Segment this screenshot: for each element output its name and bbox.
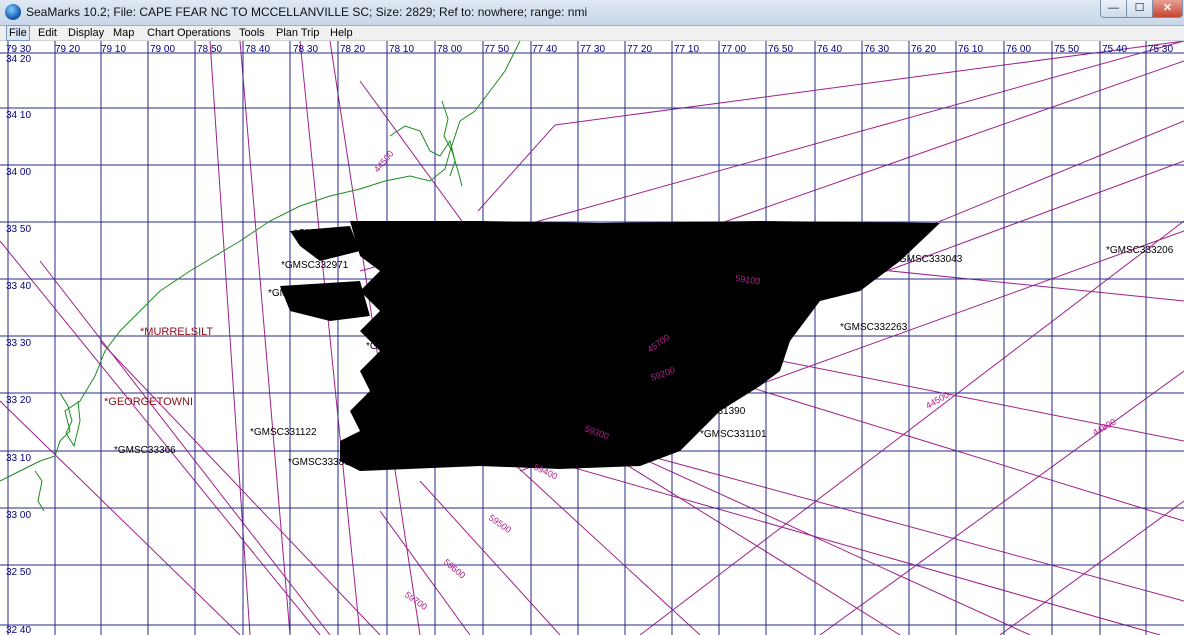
- lat-label: 32 50: [6, 567, 31, 578]
- lon-label: 79 00: [150, 44, 175, 55]
- lon-label: 76 30: [864, 44, 889, 55]
- lat-label: 34 10: [6, 110, 31, 121]
- lon-label: 77 40: [532, 44, 557, 55]
- waypoint-label: *GMSC3335: [294, 228, 351, 239]
- lat-label: 34 20: [6, 54, 31, 65]
- lon-label: 75 30: [1148, 44, 1173, 55]
- menu-help[interactable]: Help: [328, 26, 355, 40]
- maximize-button[interactable]: ☐: [1126, 0, 1153, 18]
- lon-label: 76 00: [1006, 44, 1031, 55]
- waypoint-label: *GMSC333206: [1106, 245, 1174, 256]
- lon-label: 77 20: [627, 44, 652, 55]
- title-bar: SeaMarks 10.2; File: CAPE FEAR NC TO MCC…: [0, 0, 1184, 26]
- waypoint-label: *GMSC3326: [268, 288, 325, 299]
- waypoint-label: *GMSC332211: [362, 327, 429, 338]
- waypoint-label: *GMSC332949: [478, 269, 546, 280]
- lat-label: 33 50: [6, 224, 31, 235]
- window-title: SeaMarks 10.2; File: CAPE FEAR NC TO MCC…: [26, 5, 588, 19]
- menu-map[interactable]: Map: [111, 26, 136, 40]
- waypoint-label: *GMSC331122: [250, 427, 317, 438]
- waypoint-label: *GMSC331700: [370, 363, 438, 374]
- menu-plan-trip[interactable]: Plan Trip: [274, 26, 321, 40]
- waypoint-label: *GMSC331101: [700, 429, 767, 440]
- close-button[interactable]: ✕: [1152, 0, 1183, 18]
- lat-label: 34 00: [6, 167, 31, 178]
- lon-label: 78 20: [340, 44, 365, 55]
- menu-bar: File Edit Display Map Chart Operations T…: [0, 25, 1184, 41]
- waypoint-label: *GMSC333043: [895, 254, 963, 265]
- lon-label: 76 50: [768, 44, 793, 55]
- waypoint-label: *GMSC33366: [114, 445, 176, 456]
- lon-label: 76 10: [958, 44, 983, 55]
- lon-label: 76 20: [911, 44, 936, 55]
- lon-label: 76 40: [817, 44, 842, 55]
- place-label-georgetown: *GEORGETOWNI: [104, 396, 193, 408]
- lat-label: 32 40: [6, 625, 31, 635]
- lon-label: 78 00: [437, 44, 462, 55]
- menu-edit[interactable]: Edit: [36, 26, 59, 40]
- lon-label: 77 30: [580, 44, 605, 55]
- place-label-murrelsilt: *MURRELSILT: [140, 326, 213, 338]
- chart-canvas[interactable]: 79 30 79 20 79 10 79 00 78 50 78 40 78 3…: [0, 41, 1184, 635]
- waypoint-label: *GMSC332971: [281, 260, 349, 271]
- lon-label: 75 40: [1102, 44, 1127, 55]
- chart-svg[interactable]: 79 30 79 20 79 10 79 00 78 50 78 40 78 3…: [0, 41, 1184, 635]
- lon-label: 77 00: [721, 44, 746, 55]
- menu-file[interactable]: File: [6, 25, 30, 41]
- lat-label: 33 00: [6, 510, 31, 521]
- menu-tools[interactable]: Tools: [237, 26, 267, 40]
- waypoint-label: *GMSC33386: [288, 457, 350, 468]
- lon-label: 78 50: [197, 44, 222, 55]
- waypoint-label: *GMSC33449: [484, 233, 546, 244]
- lon-label: 79 20: [55, 44, 80, 55]
- waypoint-label: *GMSC332263: [840, 322, 908, 333]
- lon-label: 75 50: [1054, 44, 1079, 55]
- lon-label: 77 50: [484, 44, 509, 55]
- lon-label: 77 10: [674, 44, 699, 55]
- lat-label: 33 20: [6, 395, 31, 406]
- menu-chart-operations[interactable]: Chart Operations: [145, 26, 233, 40]
- lon-label: 78 30: [293, 44, 318, 55]
- lon-label: 78 10: [389, 44, 414, 55]
- lon-label: 79 10: [101, 44, 126, 55]
- lat-label: 33 40: [6, 281, 31, 292]
- waypoint-label: *GMSC331390: [678, 406, 746, 417]
- menu-display[interactable]: Display: [66, 26, 106, 40]
- waypoint-label: *GMSC331878: [390, 351, 458, 362]
- globe-icon: [5, 4, 21, 20]
- minimize-button[interactable]: —: [1100, 0, 1127, 18]
- lat-label: 33 30: [6, 338, 31, 349]
- lat-label: 33 10: [6, 453, 31, 464]
- lon-label: 78 40: [245, 44, 270, 55]
